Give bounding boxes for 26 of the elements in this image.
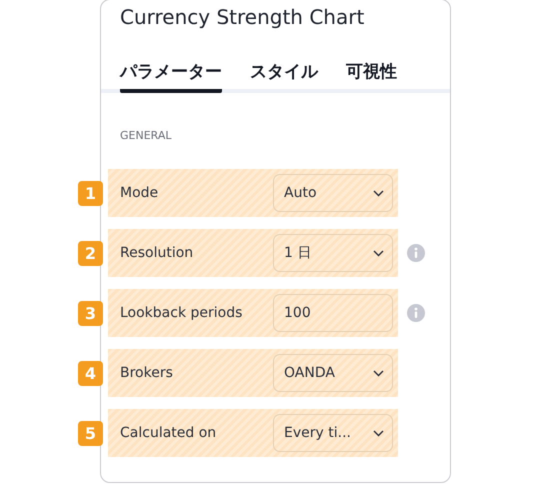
info-icon[interactable] [407,304,425,322]
tab[interactable]: スタイル [250,60,318,93]
number-badge: 3 [78,300,103,326]
field-label: Calculated on [120,425,216,441]
section-heading: GENERAL [119,128,173,144]
chevron-down-icon [373,190,384,196]
chevron-down-icon [373,250,384,256]
dropdown[interactable]: Every ti... [273,414,393,452]
input-field[interactable]: 100 [273,294,393,332]
field-label: Resolution [120,245,194,261]
dropdown[interactable]: Auto [273,174,393,212]
chevron-down-icon [373,430,384,436]
field-label: Mode [120,185,158,201]
number-badge: 2 [78,240,103,266]
number-badge: 4 [78,360,103,386]
number-badge: 1 [78,180,103,206]
dropdown[interactable]: OANDA [273,354,393,392]
tab[interactable]: 可視性 [346,60,397,93]
field-label: Lookback periods [120,305,242,321]
info-icon[interactable] [407,244,425,262]
number-badge: 5 [78,420,103,446]
tab[interactable]: パラメーター [120,60,222,93]
chevron-down-icon [373,370,384,376]
panel-title: Currency Strength Chart [119,4,366,31]
dropdown[interactable]: 1 日 [273,234,393,272]
field-label: Brokers [120,365,173,381]
